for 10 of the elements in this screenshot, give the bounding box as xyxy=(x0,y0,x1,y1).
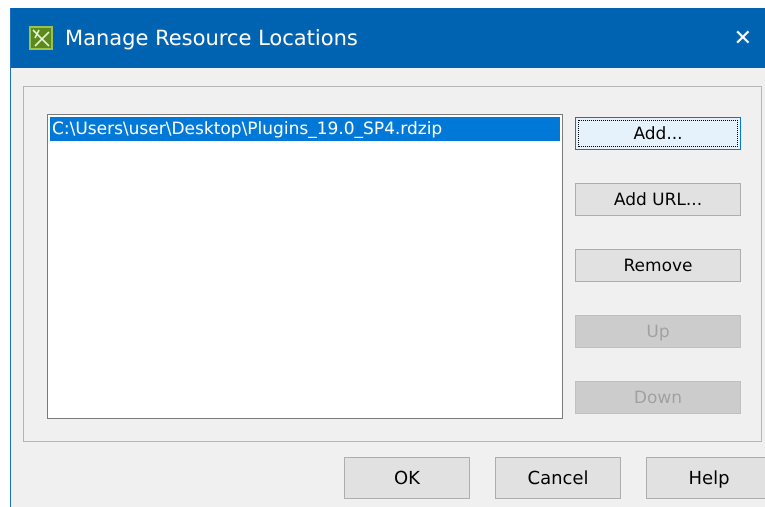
side-button[interactable]: Add... xyxy=(575,117,741,150)
window-title: Manage Resource Locations xyxy=(65,26,359,50)
side-button[interactable]: Remove xyxy=(575,249,741,282)
footer-button[interactable]: Cancel xyxy=(495,457,621,499)
footer-button[interactable]: Help xyxy=(646,457,765,499)
close-button[interactable]: ✕ xyxy=(730,26,756,50)
footer-button[interactable]: OK xyxy=(344,457,470,499)
side-button[interactable]: Add URL... xyxy=(575,183,741,216)
list-item[interactable]: C:\Users\user\Desktop\Plugins_19.0_SP4.rdzip xyxy=(50,117,560,141)
app-logo-icon xyxy=(29,26,53,50)
